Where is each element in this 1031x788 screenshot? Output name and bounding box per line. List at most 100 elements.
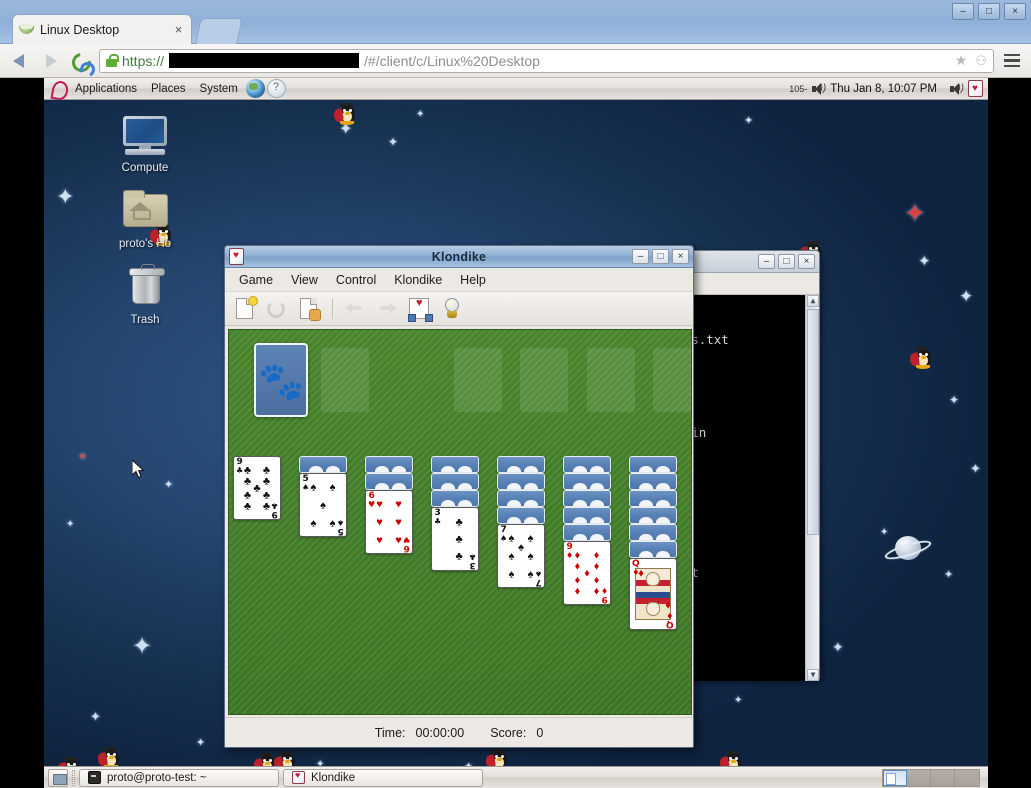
desktop-icon-trash[interactable]: Trash — [100, 264, 190, 326]
tableau-card-facedown[interactable] — [629, 524, 677, 541]
tableau-card-facedown[interactable] — [431, 456, 479, 473]
bookmark-star-icon[interactable]: ★ — [955, 52, 968, 69]
foundation-pile-4[interactable] — [653, 348, 691, 412]
klondike-titlebar[interactable]: Klondike – □ × — [225, 246, 693, 268]
penguin-decoration — [484, 749, 510, 766]
tableau-card-facedown[interactable] — [629, 490, 677, 507]
reader-cup-icon[interactable]: ⚇ — [975, 53, 987, 69]
maximize-button[interactable]: □ — [778, 254, 795, 269]
forward-button[interactable] — [39, 49, 63, 73]
tableau-card-facedown[interactable] — [563, 524, 611, 541]
star-decoration: ✦ — [132, 633, 153, 660]
workspace-4[interactable] — [955, 769, 979, 786]
close-button[interactable]: × — [672, 249, 689, 264]
tableau-card-faceup[interactable]: 6 ♥ 6 ♥ ♥ ♥ ♥ ♥ ♥ ♥ — [365, 490, 413, 554]
tableau-card-faceup[interactable]: 5 ♠ 5 ♠ ♠ ♠ ♠ ♠ ♠ — [299, 473, 347, 537]
menu-places[interactable]: Places — [144, 81, 193, 97]
klondike-tray-icon[interactable] — [968, 80, 983, 97]
debian-logo-icon[interactable] — [48, 79, 68, 99]
tableau-card-faceup[interactable]: 9 ♣ 9 ♣ ♣ ♣ ♣ ♣ ♣ ♣ ♣ ♣ ♣ — [233, 456, 281, 520]
desktop-icon-computer[interactable]: Compute — [100, 114, 190, 174]
browser-tab[interactable]: Linux Desktop × — [12, 14, 192, 44]
maximize-button[interactable]: □ — [978, 3, 1000, 20]
foundation-pile-2[interactable] — [520, 348, 568, 412]
web-browser-launcher-icon[interactable] — [245, 79, 265, 98]
menu-klondike[interactable]: Klondike — [386, 271, 450, 289]
workspace-3[interactable] — [931, 769, 955, 786]
menu-applications[interactable]: Applications — [68, 81, 144, 97]
new-tab-button[interactable] — [195, 18, 243, 44]
stock-pile[interactable]: 🐾 — [254, 343, 308, 417]
tableau-card-faceup[interactable]: Q ♦ Q ♦ ♦ ♦ — [629, 558, 677, 630]
tableau-card-facedown[interactable] — [563, 456, 611, 473]
tableau-card-facedown[interactable] — [365, 456, 413, 473]
tableau-card-facedown[interactable] — [431, 473, 479, 490]
desktop-wallpaper[interactable]: ✦ ✦ ✦ ✦ ✦ ✦ ✦ ✦ ✦ ✦ ✦ ✦ ✦ ✦ ✦ ✦ ✦ ✦ ✦ ✦ … — [44, 100, 988, 766]
scroll-down-icon[interactable]: ▼ — [807, 669, 819, 681]
address-bar[interactable]: https:// /#/client/c/Linux%20Desktop ★ ⚇ — [99, 48, 994, 73]
tableau-card-facedown[interactable] — [497, 473, 545, 490]
terminal-scrollbar[interactable]: ▲ ▼ — [805, 295, 819, 681]
menu-view[interactable]: View — [283, 271, 326, 289]
new-game-button[interactable] — [231, 295, 259, 323]
klondike-window[interactable]: Klondike – □ × Game View Control Klondik… — [224, 245, 694, 748]
taskbar-item-terminal[interactable]: proto@proto-test: ~ — [79, 768, 279, 787]
waste-pile[interactable] — [321, 348, 369, 412]
close-icon[interactable]: × — [172, 22, 185, 37]
show-desktop-button[interactable] — [48, 768, 68, 787]
scroll-up-icon[interactable]: ▲ — [807, 295, 819, 307]
tableau-card-facedown[interactable] — [365, 473, 413, 490]
tableau-card-facedown[interactable] — [563, 507, 611, 524]
minimize-button[interactable]: – — [632, 249, 649, 264]
minimize-button[interactable]: – — [758, 254, 775, 269]
workspace-1[interactable] — [883, 769, 907, 786]
workspace-2[interactable] — [907, 769, 931, 786]
klondike-game-board[interactable]: 🐾 9 ♣ 9 ♣ ♣ ♣ ♣ ♣ ♣ ♣ ♣ ♣ ♣ 5 ♠ 5 ♠ ♠ ♠ … — [228, 329, 692, 715]
tableau-card-facedown[interactable] — [563, 490, 611, 507]
taskbar-item-klondike[interactable]: Klondike — [283, 768, 483, 787]
tableau-card-facedown[interactable] — [497, 490, 545, 507]
tableau-card-facedown[interactable] — [497, 456, 545, 473]
undo-button[interactable] — [342, 295, 370, 323]
back-button[interactable] — [8, 49, 32, 73]
tableau-card-facedown[interactable] — [563, 473, 611, 490]
panel-clock[interactable]: Thu Jan 8, 10:07 PM — [830, 83, 937, 95]
screen-root: Linux Desktop × – □ × https:// /#/client… — [0, 0, 1031, 788]
close-button[interactable]: × — [1004, 3, 1026, 20]
hamburger-menu-icon[interactable] — [1001, 50, 1023, 72]
tableau-card-facedown[interactable] — [629, 541, 677, 558]
tableau-card-facedown[interactable] — [299, 456, 347, 473]
tableau-card-facedown[interactable] — [629, 507, 677, 524]
minimize-button[interactable]: – — [952, 3, 974, 20]
desktop-icon-home[interactable]: proto's Ho — [100, 190, 190, 250]
deal-button[interactable] — [406, 295, 434, 323]
close-button[interactable]: × — [798, 254, 815, 269]
foundation-pile-3[interactable] — [587, 348, 635, 412]
restart-game-button[interactable] — [263, 295, 291, 323]
tableau-card-faceup[interactable]: 9 ♦ 9 ♦ ♦ ♦ ♦ ♦ ♦ ♦ ♦ ♦ ♦ — [563, 541, 611, 605]
menu-system[interactable]: System — [193, 81, 245, 97]
time-display: Time: 00:00:00 — [375, 726, 464, 740]
lock-icon — [106, 54, 119, 67]
scrollbar-thumb[interactable] — [807, 309, 819, 535]
menu-control[interactable]: Control — [328, 271, 384, 289]
tableau-card-faceup[interactable]: 3 ♣ 3 ♣ ♣ ♣ ♣ — [431, 507, 479, 571]
foundation-pile-1[interactable] — [454, 348, 502, 412]
volume-tray-icon[interactable]: )) — [949, 82, 964, 96]
menu-game[interactable]: Game — [231, 271, 281, 289]
maximize-button[interactable]: □ — [652, 249, 669, 264]
remote-desktop-canvas[interactable]: Applications Places System 105- )) Thu J… — [44, 78, 988, 788]
volume-icon[interactable]: )) — [811, 82, 826, 96]
reload-icon[interactable] — [70, 50, 92, 72]
tableau-card-facedown[interactable] — [629, 456, 677, 473]
help-launcher-icon[interactable] — [266, 79, 286, 98]
tableau-card-facedown[interactable] — [497, 507, 545, 524]
redo-button[interactable] — [374, 295, 402, 323]
workspace-switcher[interactable] — [882, 768, 984, 787]
tableau-card-facedown[interactable] — [629, 473, 677, 490]
hint-button[interactable] — [438, 295, 466, 323]
select-game-button[interactable] — [295, 295, 323, 323]
tableau-card-facedown[interactable] — [431, 490, 479, 507]
tableau-card-faceup[interactable]: 7 ♠ 7 ♠ ♠ ♠ ♠ ♠ ♠ ♠ ♠ — [497, 524, 545, 588]
menu-help[interactable]: Help — [452, 271, 494, 289]
